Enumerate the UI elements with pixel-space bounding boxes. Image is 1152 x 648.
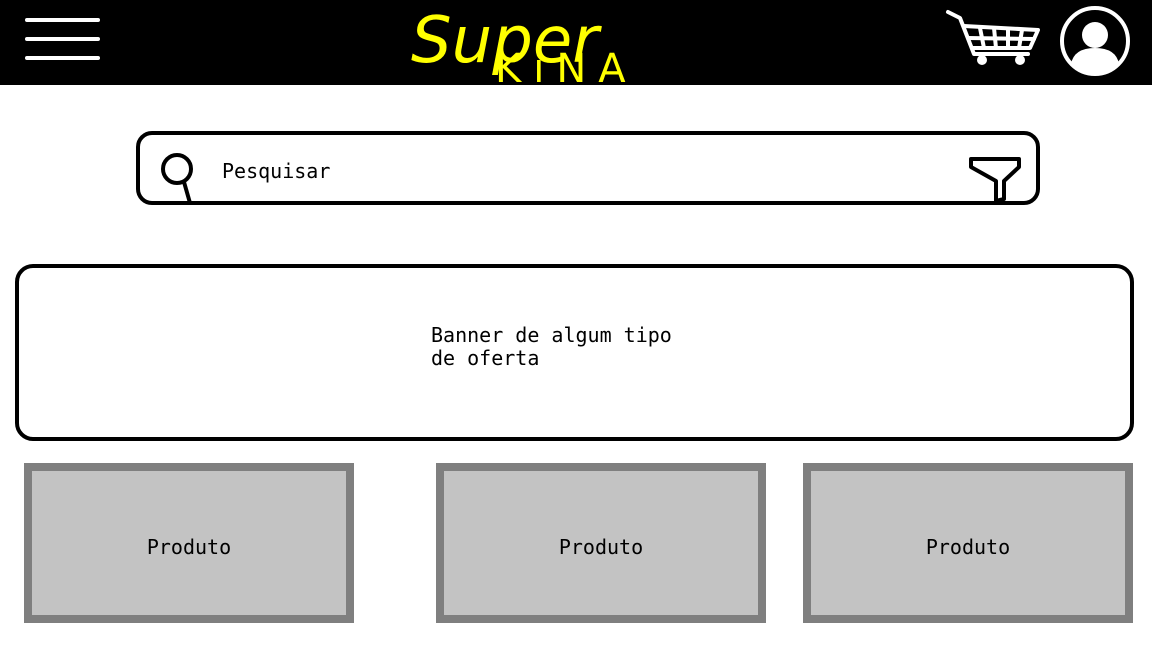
magnifier-icon[interactable]	[160, 153, 200, 207]
top-bar: Super KiNA	[0, 0, 1152, 85]
hamburger-line	[25, 56, 100, 60]
offer-banner[interactable]: Banner de algum tipo de oferta	[15, 264, 1134, 441]
user-avatar-icon[interactable]	[1058, 4, 1132, 78]
banner-text: Banner de algum tipo de oferta	[431, 323, 672, 370]
product-label: Produto	[146, 535, 232, 559]
logo-line2: KiNA	[495, 46, 638, 85]
search-input[interactable]	[222, 155, 962, 187]
cart-icon[interactable]	[944, 8, 1042, 68]
product-card[interactable]: Produto	[803, 463, 1133, 623]
product-label: Produto	[925, 535, 1011, 559]
product-label: Produto	[558, 535, 644, 559]
search-bar	[136, 131, 1040, 205]
product-card[interactable]: Produto	[436, 463, 766, 623]
hamburger-menu-button[interactable]	[22, 14, 102, 68]
hamburger-line	[25, 18, 100, 22]
filter-funnel-icon[interactable]	[968, 155, 1022, 203]
page: Super KiNA B	[0, 0, 1152, 648]
product-card[interactable]: Produto	[24, 463, 354, 623]
logo[interactable]: Super KiNA	[405, 0, 665, 85]
hamburger-line	[25, 37, 100, 41]
